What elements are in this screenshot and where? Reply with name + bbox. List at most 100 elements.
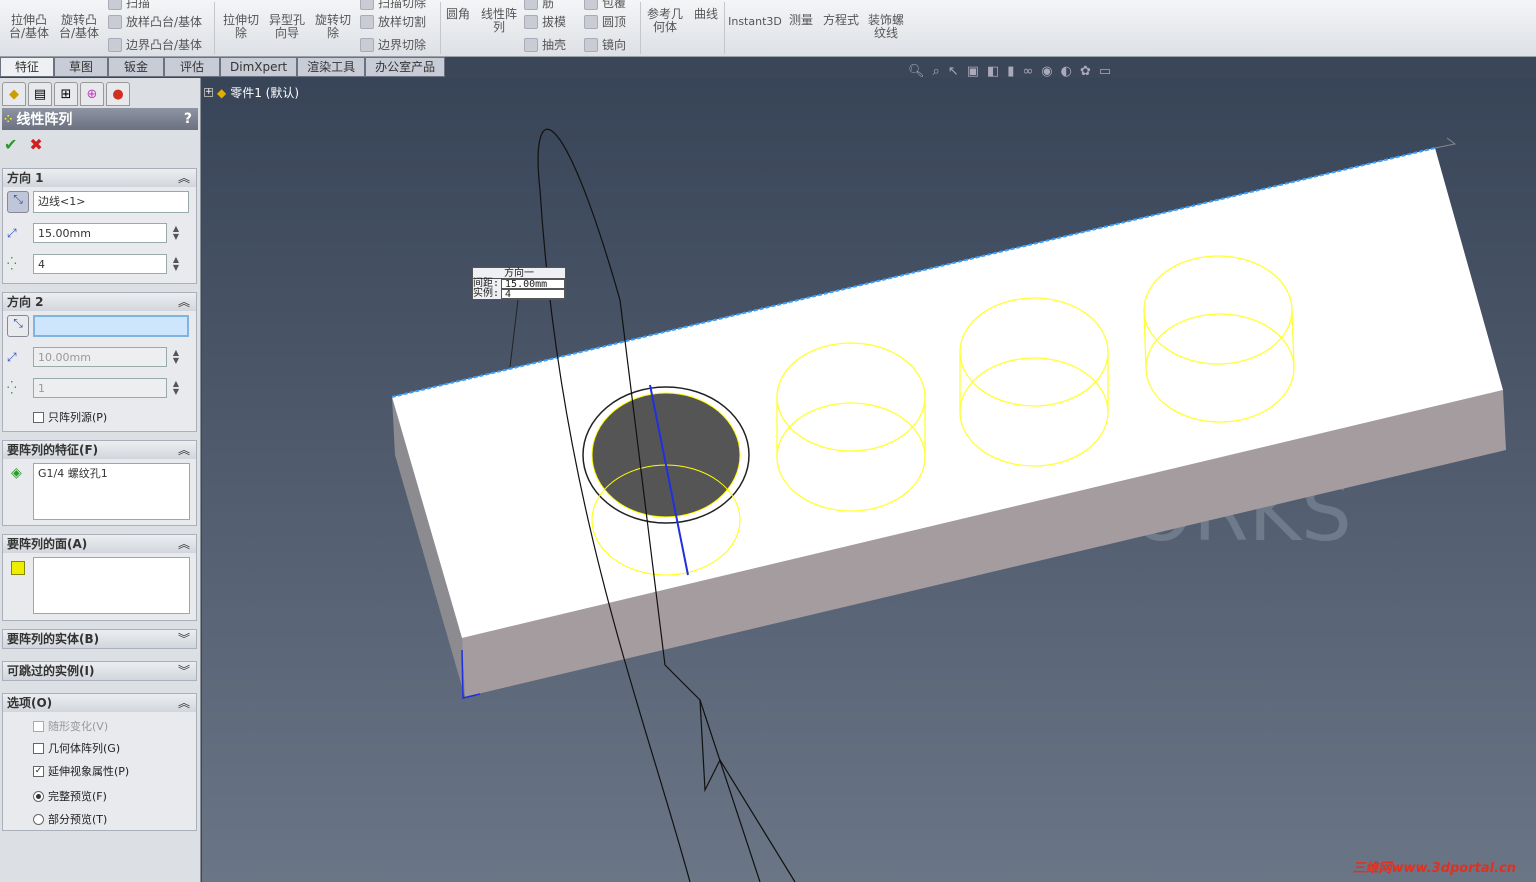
expand-icon[interactable]: ︾: [178, 630, 190, 648]
vary-sketch-checkbox[interactable]: 随形变化(V): [33, 718, 108, 734]
display-manager-tab[interactable]: ●: [106, 82, 130, 106]
configuration-tab[interactable]: ⊞: [54, 82, 78, 106]
tab-evaluate[interactable]: 评估: [164, 57, 220, 77]
crosshair-icon: ⊕: [86, 86, 98, 102]
hide-show-icon[interactable]: ∞: [1022, 64, 1033, 79]
cancel-x-icon[interactable]: ✖: [29, 135, 42, 154]
curves-button[interactable]: 曲线: [690, 8, 722, 21]
direction2-spacing-input[interactable]: 10.00mm: [33, 347, 167, 367]
collapse-icon[interactable]: ︽: [178, 535, 190, 553]
propagate-visual-properties-checkbox[interactable]: ✓ 延伸视象属性(P): [33, 763, 129, 779]
direction1-count-input[interactable]: 4: [33, 254, 167, 274]
sweep-button[interactable]: 扫描: [108, 0, 150, 11]
tab-sketch[interactable]: 草图: [54, 57, 108, 77]
geometry-pattern-checkbox[interactable]: 几何体阵列(G): [33, 740, 120, 756]
collapse-icon[interactable]: ︽: [178, 694, 190, 712]
mirror-button[interactable]: 镜向: [584, 36, 626, 53]
faces-to-pattern-group: 要阵列的面(A) ︽: [2, 534, 197, 621]
rib-button[interactable]: 筋: [524, 0, 554, 11]
revolve-cut-button[interactable]: 旋转切 除: [310, 14, 356, 40]
dome-button[interactable]: 圆顶: [584, 13, 626, 30]
scene-icon[interactable]: ◐: [1061, 64, 1072, 79]
tab-dimxpert[interactable]: DimXpert: [220, 57, 298, 77]
spacing-spinner[interactable]: ▲ ▼: [171, 225, 181, 241]
instant3d-button[interactable]: Instant3D: [728, 15, 782, 28]
loft-boss-button[interactable]: 放样凸台/基体: [108, 13, 202, 30]
help-button[interactable]: ?: [184, 111, 192, 127]
full-preview-radio[interactable]: 完整预览(F): [33, 788, 107, 804]
dimxpert-tab[interactable]: ⊕: [80, 82, 104, 106]
sweep-icon: [108, 0, 122, 10]
measure-button[interactable]: 测量: [786, 14, 816, 27]
edit-appearance-icon[interactable]: ◉: [1041, 64, 1052, 79]
direction1-edge-field[interactable]: 边线<1>: [33, 191, 189, 213]
linear-pattern-button[interactable]: 线性阵 列: [478, 8, 520, 34]
collapse-icon[interactable]: ︽: [178, 293, 190, 311]
boundary-cut-button[interactable]: 边界切除: [360, 36, 426, 53]
shell-icon: [524, 37, 538, 52]
direction2-count-input[interactable]: 1: [33, 378, 167, 398]
fillet-button[interactable]: 圆角: [442, 8, 474, 21]
tab-sheet-metal[interactable]: 钣金: [108, 57, 164, 77]
swept-cut-button[interactable]: 扫描切除: [360, 0, 426, 11]
collapse-icon[interactable]: ︽: [178, 441, 190, 459]
expand-icon[interactable]: ︾: [178, 662, 190, 680]
zoom-to-fit-icon[interactable]: 🔍︎: [908, 64, 925, 79]
property-manager-tab[interactable]: ▤: [28, 82, 52, 106]
features-to-pattern-group: 要阵列的特征(F) ︽ ◈ G1/4 螺纹孔1: [2, 440, 197, 526]
group-header: 要阵列的面(A): [7, 537, 88, 551]
callout-count-value[interactable]: 4: [501, 289, 565, 300]
direction-arrow[interactable]: [1434, 137, 1457, 149]
view-orientation-icon[interactable]: ◧: [987, 64, 999, 79]
tab-render-tools[interactable]: 渲染工具: [297, 57, 366, 77]
count-spinner[interactable]: ▲ ▼: [171, 380, 181, 396]
command-tabs: 特征 草图 钣金 评估 DimXpert 渲染工具 办公室产品: [0, 57, 1536, 78]
view-settings-icon[interactable]: ✿: [1080, 64, 1091, 79]
collapse-icon[interactable]: ︽: [178, 169, 190, 187]
feature-tree-tab[interactable]: ◆: [2, 82, 26, 106]
equations-button[interactable]: 方程式: [820, 14, 862, 27]
faces-list[interactable]: [33, 557, 190, 614]
count-spinner[interactable]: ▲ ▼: [171, 256, 181, 272]
partial-preview-radio[interactable]: 部分预览(T): [33, 811, 107, 827]
reference-geometry-button[interactable]: 参考几 何体: [644, 8, 686, 34]
heads-up-view-toolbar: 🔍︎ ⌕ ↖ ▣ ◧ ▮ ∞ ◉ ◐ ✿ ▭: [908, 64, 1111, 79]
appearance-icon: ●: [112, 86, 124, 102]
linear-pattern-icon: ⁘: [4, 113, 13, 125]
loft-icon: [108, 14, 122, 29]
previous-view-icon[interactable]: ↖: [948, 64, 959, 79]
swept-cut-icon: [360, 0, 374, 10]
callout-spacing-value[interactable]: 15.00mm: [501, 279, 565, 290]
boundary-boss-button[interactable]: 边界凸台/基体: [108, 36, 202, 53]
reverse-direction-button[interactable]: ⤡: [7, 191, 29, 213]
instances-to-skip-group[interactable]: 可跳过的实例(I) ︾: [2, 661, 197, 681]
graphics-viewport[interactable]: + ◆ 零件1 (默认) 🔍︎⌕↖▣◧▮∞◉◐✿▭ ORKS: [202, 64, 1536, 882]
section-view-icon[interactable]: ▣: [967, 64, 979, 79]
monitor-icon[interactable]: ▭: [1099, 64, 1111, 79]
features-list[interactable]: G1/4 螺纹孔1: [33, 463, 190, 520]
draft-button[interactable]: 拔模: [524, 13, 566, 30]
spacing-icon: ⤢: [7, 225, 17, 240]
bodies-to-pattern-group[interactable]: 要阵列的实体(B) ︾: [2, 629, 197, 649]
face-icon: [11, 561, 25, 575]
reverse-direction-button[interactable]: ⤡: [7, 315, 29, 337]
revolve-boss-button[interactable]: 旋转凸 台/基体: [56, 14, 102, 40]
direction2-edge-field[interactable]: [33, 315, 189, 337]
zoom-area-icon[interactable]: ⌕: [933, 64, 940, 79]
tab-office-products[interactable]: 办公室产品: [365, 57, 446, 77]
tab-features[interactable]: 特征: [0, 57, 54, 77]
extrude-cut-button[interactable]: 拉伸切 除: [218, 14, 264, 40]
lofted-cut-button[interactable]: 放样切割: [360, 13, 426, 30]
ok-check-icon[interactable]: ✔: [4, 135, 17, 154]
hole-wizard-button[interactable]: 异型孔 向导: [264, 14, 310, 40]
group-header: 可跳过的实例(I): [7, 664, 95, 678]
extrude-boss-button[interactable]: 拉伸凸 台/基体: [6, 14, 52, 40]
display-style-icon[interactable]: ▮: [1007, 64, 1014, 79]
direction1-spacing-input[interactable]: 15.00mm: [33, 223, 167, 243]
wrap-button[interactable]: 包覆: [584, 0, 626, 11]
shell-button[interactable]: 抽壳: [524, 36, 566, 53]
spacing-spinner[interactable]: ▲ ▼: [171, 349, 181, 365]
pattern-callout[interactable]: 方向一 间距: 15.00mm 实例: 4: [472, 267, 566, 300]
cosmetic-thread-button[interactable]: 装饰螺 纹线: [864, 14, 908, 40]
pattern-seed-only-checkbox[interactable]: 只阵列源(P): [33, 409, 107, 425]
